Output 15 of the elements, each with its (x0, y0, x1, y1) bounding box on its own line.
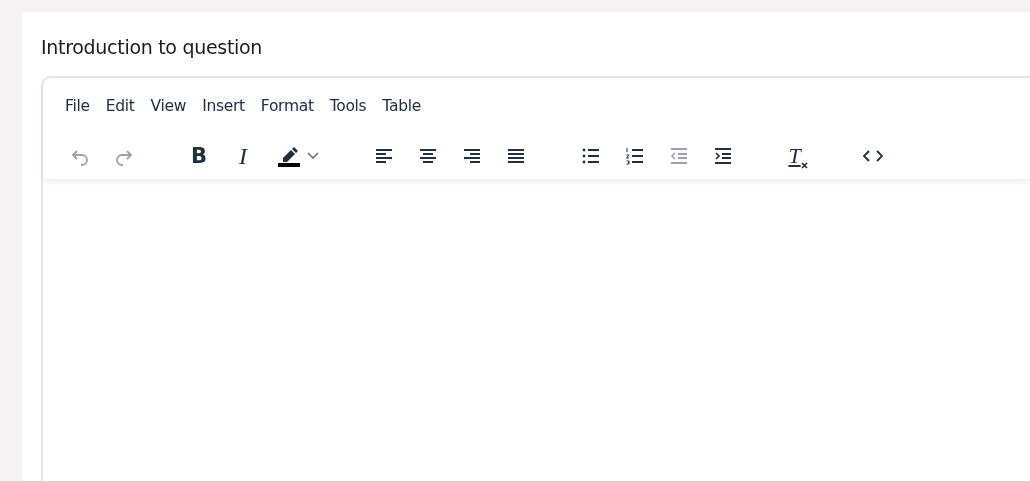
field-label: Introduction to question (41, 36, 264, 58)
menu-item[interactable]: Format (253, 91, 321, 121)
clear-format-button[interactable]: T (781, 139, 815, 173)
menu-item[interactable]: Edit (98, 91, 142, 121)
menu-item[interactable]: Table (375, 91, 428, 121)
menu-item[interactable]: File (58, 91, 97, 121)
menu-item[interactable]: View (143, 91, 194, 121)
rich-text-editor[interactable]: File Edit View Insert Format Tools Table B I T (41, 76, 1030, 481)
italic-button[interactable]: I (226, 139, 260, 173)
chevron-down-icon (307, 152, 319, 160)
marker-icon (277, 145, 301, 167)
small-x-icon (800, 162, 808, 169)
bold-button[interactable]: B (182, 139, 216, 173)
menu-item[interactable]: Tools (322, 91, 374, 121)
menu-item[interactable]: Insert (195, 91, 252, 121)
